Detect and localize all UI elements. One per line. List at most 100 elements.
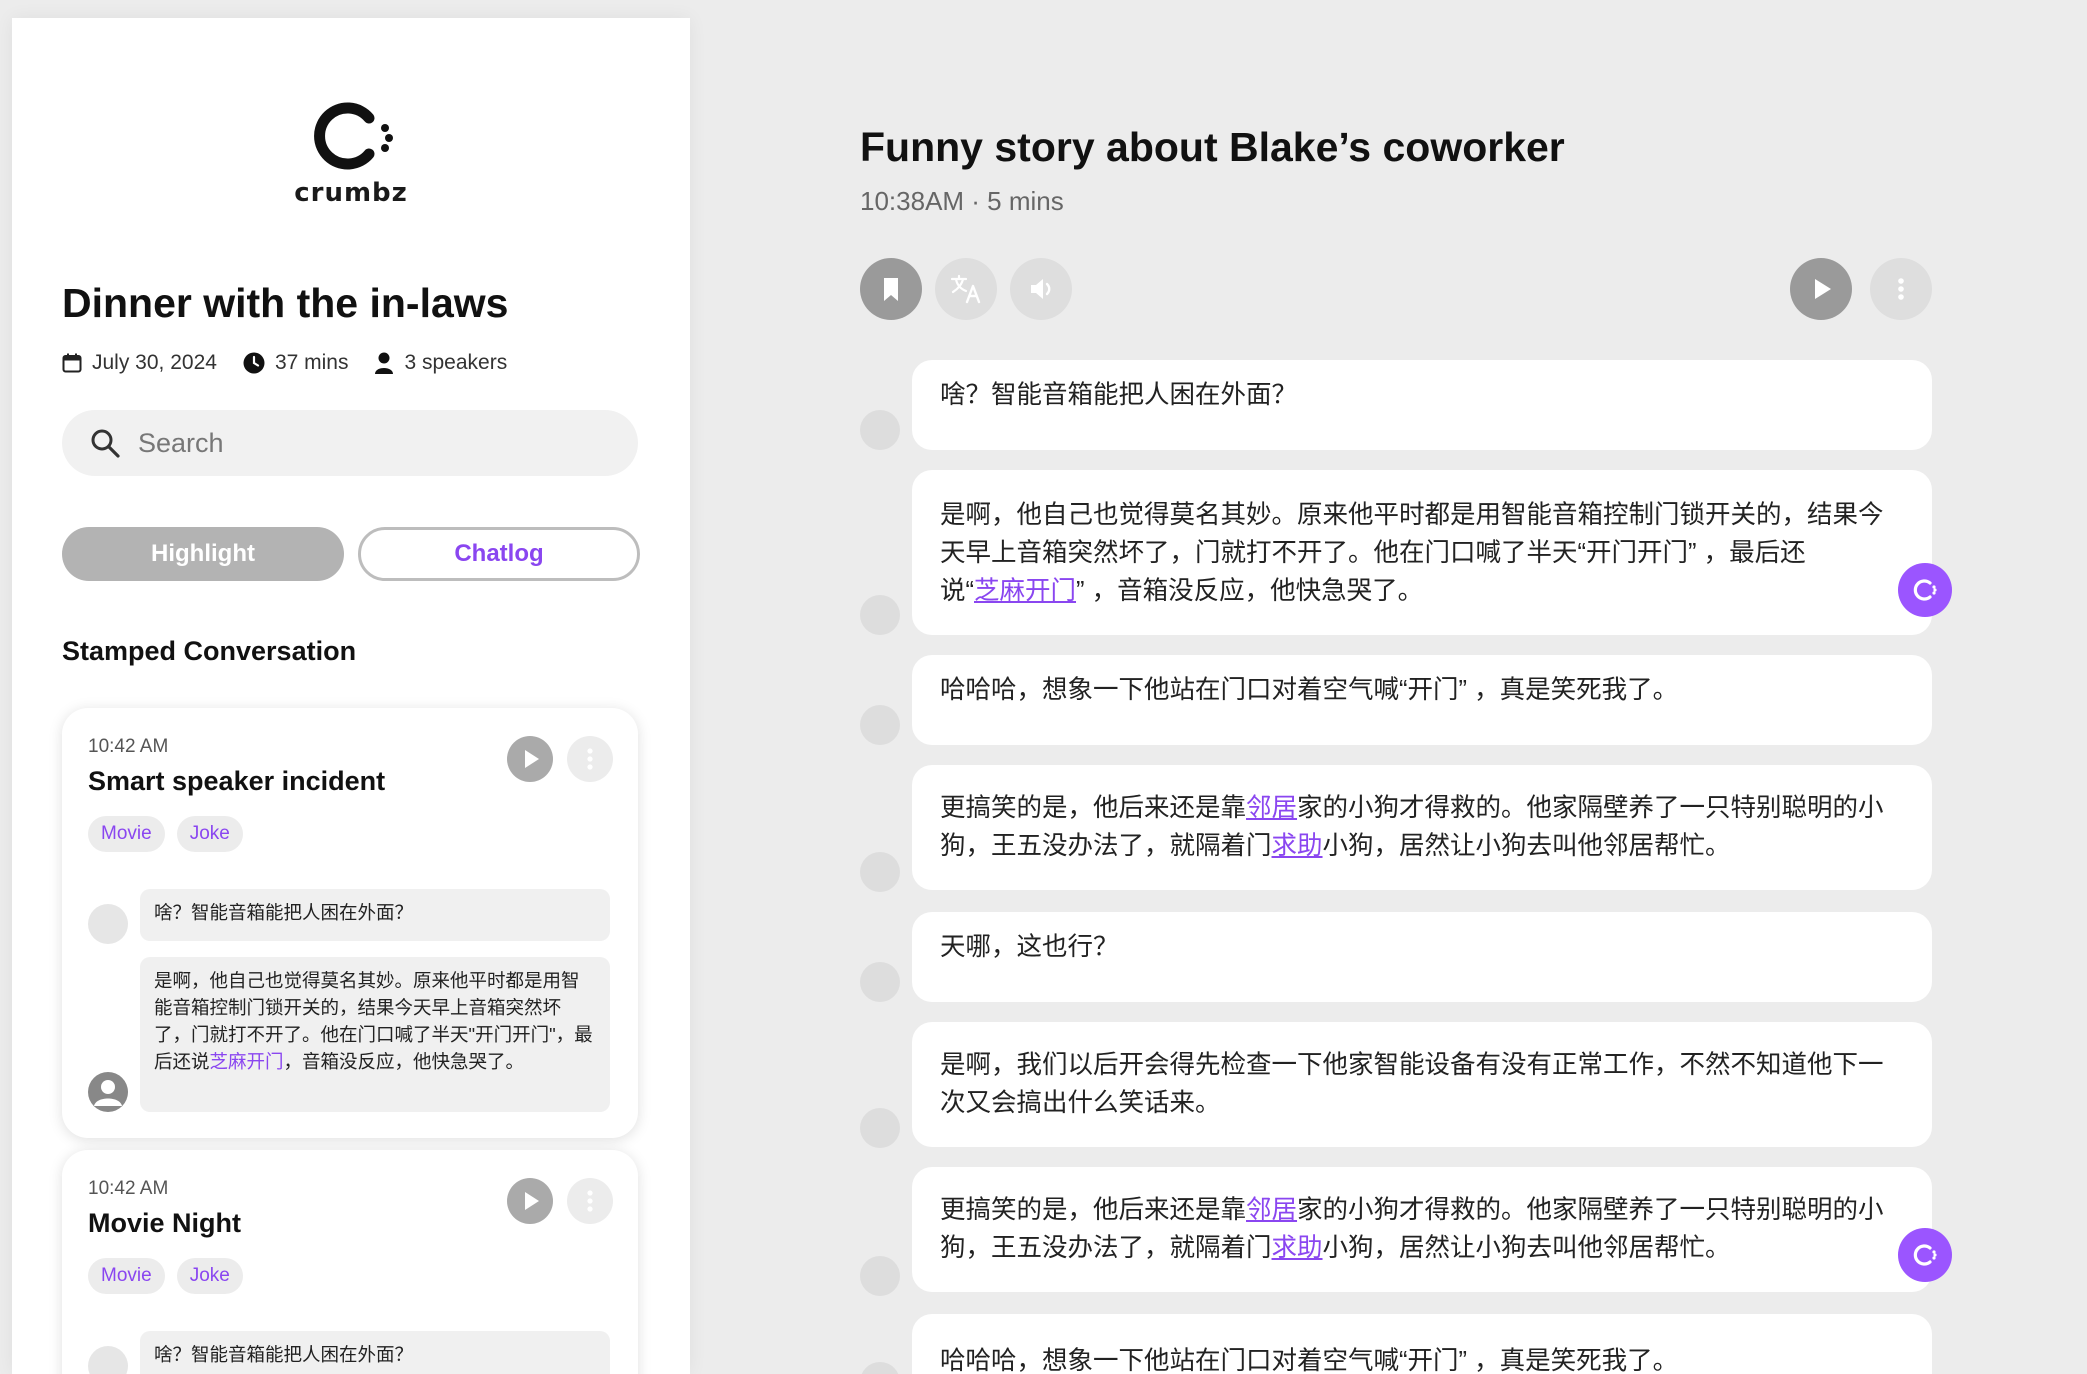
highlight-tab-button[interactable]: Highlight: [62, 527, 344, 581]
card-tags: Movie Joke: [88, 1258, 255, 1294]
speaker-avatar: [860, 1256, 900, 1296]
volume-button[interactable]: [1010, 258, 1072, 320]
tag-chip[interactable]: Joke: [176, 816, 243, 852]
bubble-line: 次又会搞出什么笑话来。: [940, 1089, 1221, 1117]
meta-duration-text: 37 mins: [274, 351, 349, 374]
keyword-link[interactable]: 求助: [1272, 1234, 1323, 1262]
speaker-avatar: [860, 962, 900, 1002]
stamp-button[interactable]: [1898, 563, 1952, 617]
bubble-text: 更搞笑的是，他后来还是靠: [940, 794, 1247, 822]
transcript-subtitle: 10:38AM · 5 mins: [860, 186, 1064, 216]
speaker-avatar: [88, 1072, 128, 1112]
bubble-line: 狗，王五没办法了，就隔着门求助小狗，居然让小狗去叫他邻居帮忙。: [940, 827, 1902, 865]
translate-icon: [950, 274, 981, 304]
keyword-link[interactable]: 邻居: [1246, 794, 1297, 822]
bubble-text: 小狗，居然让小狗去叫他邻居帮忙。: [1322, 832, 1731, 860]
message-bubble[interactable]: 哈哈哈，想象一下他站在门口对着空气喊“开门” ，真是笑死我了。: [912, 655, 1932, 745]
bubble-text: 小狗，居然让小狗去叫他邻居帮忙。: [1322, 1234, 1731, 1262]
message-bubble[interactable]: 哈哈哈，想象一下他站在门口对着空气喊“开门” ，真是笑死我了。: [912, 1314, 1932, 1374]
more-options-button[interactable]: [1870, 258, 1932, 320]
crumbz-stamp-icon: [1913, 579, 1937, 601]
bubble-text: 家的小狗才得救的。他家隔壁养了一只特别聪明的小: [1297, 794, 1884, 822]
bubble-text: 狗，王五没办法了，就隔着门: [940, 832, 1272, 860]
meta-duration: 37 mins: [243, 351, 349, 375]
stamped-card[interactable]: 10:42 AM Smart speaker incident Movie Jo…: [62, 708, 638, 1138]
stamped-conversation-heading: Stamped Conversation: [62, 636, 357, 666]
card-message-bubble: 啥？智能音箱能把人困在外面？: [140, 889, 610, 941]
bubble-line: 是啊，他自己也觉得莫名其妙。原来他平时都是用智能音箱控制门锁开关的，结果今: [940, 501, 1884, 529]
card-message-bubble: 是啊，他自己也觉得莫名其妙。原来他平时都是用智能音箱控制门锁开关的，结果今天早上…: [140, 957, 610, 1112]
message-bubble[interactable]: 是啊，我们以后开会得先检查一下他家智能设备有没有正常工作，不然不知道他下一 次又…: [912, 1022, 1932, 1147]
keyword-link[interactable]: 芝麻开门: [974, 577, 1076, 605]
play-icon: [1815, 279, 1831, 299]
chatlog-tab-button[interactable]: Chatlog: [358, 527, 640, 581]
card-play-button[interactable]: [507, 736, 553, 782]
more-vertical-icon: [1898, 278, 1904, 300]
bookmark-icon: [884, 278, 898, 301]
bubble-text: ” ，音箱没反应，他快急哭了。: [1076, 577, 1424, 605]
user-avatar-icon: [94, 1080, 122, 1106]
bookmark-button[interactable]: [860, 258, 922, 320]
app-root: crumbz Dinner with the in-laws July 30, …: [0, 0, 2087, 1374]
meta-speakers-text: 3 speakers: [404, 351, 508, 374]
logo-wordmark: crumbz: [294, 178, 408, 208]
message-bubble[interactable]: 更搞笑的是，他后来还是靠邻居家的小狗才得救的。他家隔壁养了一只特别聪明的小 狗，…: [912, 765, 1932, 890]
speaker-avatar: [860, 410, 900, 450]
speaker-avatar: [860, 1108, 900, 1148]
bubble-line: 说“芝麻开门” ，音箱没反应，他快急哭了。: [940, 572, 1902, 610]
meta-date: July 30, 2024: [62, 351, 217, 375]
crumbz-logo-icon: [314, 102, 393, 170]
speaker-avatar: [860, 705, 900, 745]
speaker-avatar: [860, 595, 900, 635]
card-time: 10:42 AM: [88, 736, 169, 757]
bubble-text: ，音箱没反应，他快急哭了。: [283, 1051, 525, 1072]
play-icon: [525, 750, 539, 768]
bubble-line: 更搞笑的是，他后来还是靠邻居家的小狗才得救的。他家隔壁养了一只特别聪明的小: [940, 1191, 1902, 1229]
search-input[interactable]: Search: [62, 410, 638, 476]
speaker-avatar: [88, 904, 128, 944]
logo: crumbz: [12, 88, 690, 208]
card-more-button[interactable]: [567, 1178, 613, 1224]
transcript-title: Funny story about Blake’s coworker: [860, 124, 1565, 170]
conversation-title: Dinner with the in-laws: [62, 280, 509, 326]
card-time: 10:42 AM: [88, 1178, 169, 1199]
message-bubble[interactable]: 天哪，这也行？: [912, 912, 1932, 1002]
keyword-link[interactable]: 芝麻开门: [210, 1051, 284, 1072]
meta-speakers: 3 speakers: [374, 351, 507, 375]
card-title: Smart speaker incident: [88, 766, 386, 796]
message-bubble[interactable]: 是啊，他自己也觉得莫名其妙。原来他平时都是用智能音箱控制门锁开关的，结果今 天早…: [912, 470, 1932, 635]
keyword-link[interactable]: 邻居: [1246, 1196, 1297, 1224]
search-placeholder: Search: [138, 427, 224, 458]
tag-chip[interactable]: Joke: [176, 1258, 243, 1294]
bubble-text: 家的小狗才得救的。他家隔壁养了一只特别聪明的小: [1297, 1196, 1884, 1224]
bubble-line: 狗，王五没办法了，就隔着门求助小狗，居然让小狗去叫他邻居帮忙。: [940, 1229, 1902, 1267]
bubble-line: 天早上音箱突然坏了，门就打不开了。他在门口喊了半天“开门开门” ，最后还: [940, 539, 1806, 567]
speaker-avatar: [860, 852, 900, 892]
translate-button[interactable]: [935, 258, 997, 320]
message-bubble[interactable]: 更搞笑的是，他后来还是靠邻居家的小狗才得救的。他家隔壁养了一只特别聪明的小 狗，…: [912, 1167, 1932, 1292]
stamped-card[interactable]: 10:42 AM Movie Night Movie Joke 啥？智能音箱能把…: [62, 1150, 638, 1374]
card-tags: Movie Joke: [88, 816, 255, 852]
volume-icon: [1031, 279, 1051, 299]
more-vertical-icon: [587, 1190, 593, 1212]
speaker-avatar: [860, 1362, 900, 1374]
card-more-button[interactable]: [567, 736, 613, 782]
crumbz-stamp-icon: [1913, 1244, 1937, 1266]
speaker-avatar: [88, 1346, 128, 1374]
stamp-button[interactable]: [1898, 1228, 1952, 1282]
card-play-button[interactable]: [507, 1178, 553, 1224]
card-title: Movie Night: [88, 1208, 241, 1238]
tag-chip[interactable]: Movie: [88, 1258, 165, 1294]
bubble-text: 更搞笑的是，他后来还是靠: [940, 1196, 1247, 1224]
search-icon: [91, 429, 120, 458]
bubble-text: 说“: [940, 577, 974, 605]
play-button[interactable]: [1790, 258, 1852, 320]
bubble-line: 更搞笑的是，他后来还是靠邻居家的小狗才得救的。他家隔壁养了一只特别聪明的小: [940, 789, 1902, 827]
tag-chip[interactable]: Movie: [88, 816, 165, 852]
more-vertical-icon: [587, 748, 593, 770]
keyword-link[interactable]: 求助: [1272, 832, 1323, 860]
card-message-bubble: 啥？智能音箱能把人困在外面？: [140, 1331, 610, 1374]
message-bubble[interactable]: 啥？智能音箱能把人困在外面？: [912, 360, 1932, 450]
meta-date-text: July 30, 2024: [92, 351, 217, 374]
person-icon: [375, 352, 394, 374]
